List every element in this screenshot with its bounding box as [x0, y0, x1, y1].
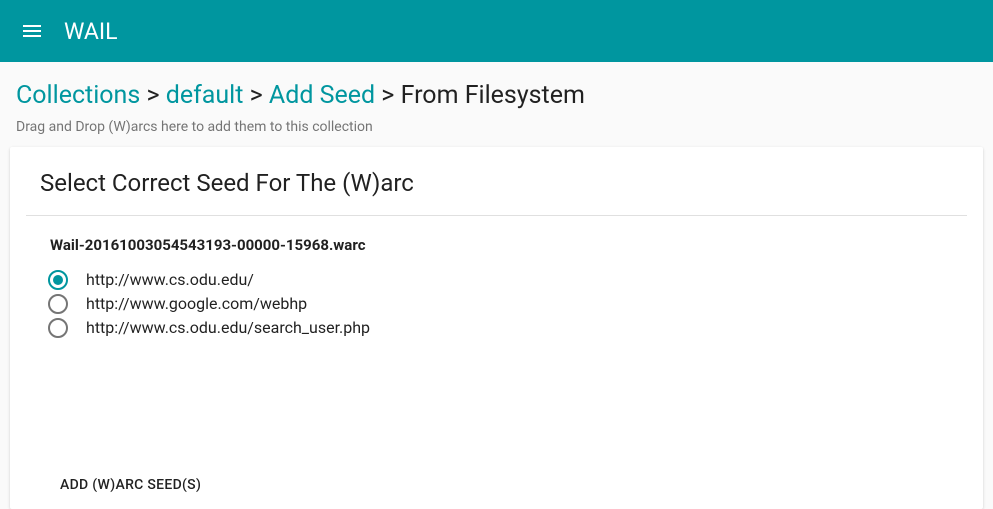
- breadcrumb-default[interactable]: default: [166, 81, 244, 110]
- breadcrumb-section: Collections > default > Add Seed > From …: [0, 62, 993, 147]
- seed-option-1[interactable]: http://www.google.com/webhp: [48, 292, 953, 316]
- seed-option-2[interactable]: http://www.cs.odu.edu/search_user.php: [48, 316, 953, 340]
- card-title: Select Correct Seed For The (W)arc: [10, 169, 983, 215]
- seed-option-label: http://www.google.com/webhp: [86, 294, 307, 313]
- add-warc-seeds-button[interactable]: ADD (W)ARC SEED(S): [60, 469, 201, 501]
- breadcrumb-separator: >: [146, 81, 165, 110]
- seed-select-card: Select Correct Seed For The (W)arc Wail-…: [10, 147, 983, 509]
- radio-icon: [48, 270, 68, 290]
- hamburger-icon: [20, 19, 44, 43]
- seed-radio-group: http://www.cs.odu.edu/ http://www.google…: [10, 268, 983, 340]
- breadcrumb-current: From Filesystem: [401, 81, 585, 110]
- app-title: WAIL: [64, 18, 118, 45]
- seed-option-label: http://www.cs.odu.edu/search_user.php: [86, 318, 370, 337]
- radio-icon: [48, 318, 68, 338]
- breadcrumb-subtext: Drag and Drop (W)arcs here to add them t…: [16, 119, 977, 135]
- radio-icon: [48, 294, 68, 314]
- warc-filename: Wail-20161003054543193-00000-15968.warc: [10, 216, 983, 268]
- breadcrumb: Collections > default > Add Seed > From …: [16, 80, 977, 113]
- seed-option-label: http://www.cs.odu.edu/: [86, 270, 254, 289]
- appbar: WAIL: [0, 0, 993, 62]
- breadcrumb-collections[interactable]: Collections: [16, 81, 140, 110]
- breadcrumb-separator: >: [250, 81, 269, 110]
- menu-button[interactable]: [8, 7, 56, 55]
- breadcrumb-add-seed[interactable]: Add Seed: [269, 81, 375, 110]
- breadcrumb-separator: >: [381, 81, 400, 110]
- seed-option-0[interactable]: http://www.cs.odu.edu/: [48, 268, 953, 292]
